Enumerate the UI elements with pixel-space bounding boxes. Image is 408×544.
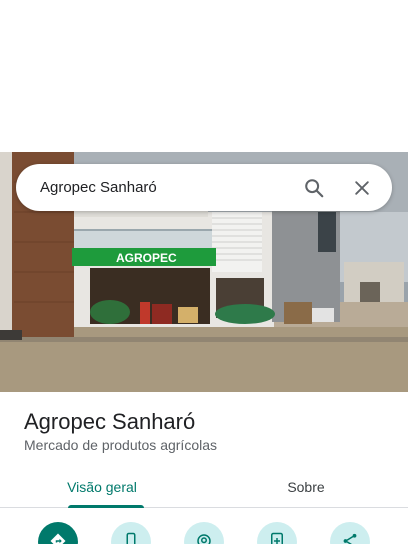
search-input[interactable]: Agropec Sanharó [40,179,284,196]
clear-search-button[interactable] [344,170,380,206]
add-photo-icon [271,532,283,544]
tab-bar: Visão geral Sobre [0,466,408,508]
place-title: Agropec Sanharó [24,409,196,434]
share-icon [343,533,357,544]
search-icon [305,178,324,197]
tab-about-label: Sobre [287,478,325,495]
share-button[interactable] [330,522,370,544]
call-button[interactable] [111,522,151,544]
search-bar[interactable]: Agropec Sanharó [16,164,392,211]
sign-text: AGROPEC [116,251,177,265]
place-details-screen: AGROPEC Agropec Sanharó Agropec Sanharó … [0,0,408,544]
action-row [0,522,408,544]
place-category: Mercado de produtos agrícolas [24,437,217,453]
search-button[interactable] [296,170,332,206]
add-photo-button[interactable] [257,522,297,544]
close-icon [355,180,369,195]
active-tab-indicator [68,505,144,508]
tab-overview-label: Visão geral [67,478,137,495]
phone-icon [126,532,136,544]
tab-overview[interactable]: Visão geral [0,466,204,508]
save-location-button[interactable] [184,522,224,544]
directions-icon [50,533,66,544]
directions-button[interactable] [38,522,78,544]
tab-about[interactable]: Sobre [204,466,408,507]
location-icon [197,534,211,544]
